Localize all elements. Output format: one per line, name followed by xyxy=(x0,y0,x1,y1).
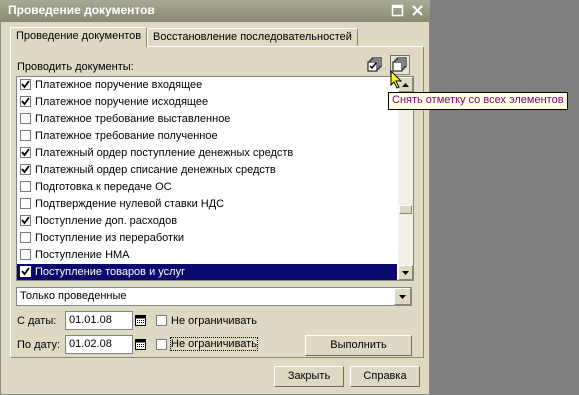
document-label: Подтверждение нулевой ставки НДС xyxy=(35,198,225,210)
tooltip: Снять отметку со всех элементов xyxy=(388,92,568,110)
documents-list-label: Проводить документы: xyxy=(17,61,134,73)
date-from-value: 01.01.08 xyxy=(69,314,112,326)
document-label: Поступление НМА xyxy=(35,249,130,261)
list-item[interactable]: Платежное поручение исходящее xyxy=(17,94,397,111)
calendar-icon xyxy=(135,315,146,326)
date-from-input[interactable]: 01.01.08 xyxy=(65,311,133,330)
list-item[interactable]: Платежный ордер поступление денежных сре… xyxy=(17,145,397,162)
close-button[interactable]: Закрыть xyxy=(274,366,344,387)
document-label: Поступление товаров и услуг xyxy=(35,266,186,278)
date-to-no-limit-checkbox[interactable] xyxy=(156,339,167,350)
help-button[interactable]: Справка xyxy=(350,366,420,387)
document-checkbox[interactable] xyxy=(20,215,31,226)
document-checkbox[interactable] xyxy=(20,164,31,175)
document-label: Платежное поручение исходящее xyxy=(35,96,209,108)
list-item[interactable]: Поступление из переработки xyxy=(17,230,397,247)
document-label: Поступление доп. расходов xyxy=(35,215,178,227)
document-label: Подготовка к передаче ОС xyxy=(35,181,172,193)
date-from-no-limit-label[interactable]: Не ограничивать xyxy=(171,315,257,327)
calendar-icon xyxy=(135,339,146,350)
date-from-no-limit-checkbox[interactable] xyxy=(156,315,167,326)
document-checkbox[interactable] xyxy=(20,198,31,209)
date-to-calendar-button[interactable] xyxy=(132,335,149,354)
checkmark-icon xyxy=(21,267,30,276)
document-checkbox[interactable] xyxy=(20,181,31,192)
document-checkbox[interactable] xyxy=(20,113,31,124)
checkmark-icon xyxy=(21,216,30,225)
close-icon xyxy=(412,5,423,16)
document-checkbox[interactable] xyxy=(20,79,31,90)
list-item[interactable]: Платежное поручение входящее xyxy=(17,77,397,94)
list-item[interactable]: Поступление НМА xyxy=(17,247,397,264)
document-label: Платежное поручение входящее xyxy=(35,79,203,91)
document-label: Поступление из переработки xyxy=(35,232,185,244)
list-item[interactable]: Платежный ордер списание денежных средст… xyxy=(17,162,397,179)
document-label: Платежный ордер поступление денежных сре… xyxy=(35,147,294,159)
tab-restore-sequences[interactable]: Восстановление последовательностей xyxy=(147,28,358,46)
date-to-label: По дату: xyxy=(17,339,61,351)
filter-select[interactable]: Только проведенные xyxy=(16,287,412,306)
scroll-down-button[interactable] xyxy=(398,265,413,280)
date-to-input[interactable]: 01.02.08 xyxy=(65,335,133,354)
documents-list[interactable]: Платежное поручение входящее Платежное по… xyxy=(16,76,414,281)
list-item[interactable]: Платежное требование полученное xyxy=(17,128,397,145)
document-checkbox[interactable] xyxy=(20,249,31,260)
date-from-label: С даты: xyxy=(17,315,57,327)
execute-button[interactable]: Выполнить xyxy=(305,335,412,356)
tab-posting[interactable]: Проведение документов xyxy=(10,27,148,47)
checkmark-icon xyxy=(21,80,30,89)
maximize-icon xyxy=(391,4,404,17)
list-item[interactable]: Платежное требование выставленное xyxy=(17,111,397,128)
chevron-down-icon xyxy=(402,270,409,275)
document-checkbox[interactable] xyxy=(20,266,31,277)
filter-dropdown-button[interactable] xyxy=(394,288,411,305)
date-to-value: 01.02.08 xyxy=(69,338,112,350)
checkmark-icon xyxy=(21,97,30,106)
scroll-thumb[interactable] xyxy=(399,205,412,214)
dialog-window: Проведение документов Проведение докумен… xyxy=(0,0,430,395)
list-item[interactable]: Подтверждение нулевой ставки НДС xyxy=(17,196,397,213)
document-checkbox[interactable] xyxy=(20,232,31,243)
list-item[interactable]: Подготовка к передаче ОС xyxy=(17,179,397,196)
filter-value: Только проведенные xyxy=(20,290,127,302)
list-item[interactable]: Поступление доп. расходов xyxy=(17,213,397,230)
check-all-icon xyxy=(367,57,382,72)
document-checkbox[interactable] xyxy=(20,96,31,107)
checkmark-icon xyxy=(21,165,30,174)
chevron-down-icon xyxy=(399,294,406,299)
list-item[interactable]: Поступление товаров и услуг xyxy=(17,264,397,280)
document-checkbox[interactable] xyxy=(20,130,31,141)
check-all-button[interactable] xyxy=(365,55,385,75)
checkmark-icon xyxy=(21,148,30,157)
document-label: Платежное требование полученное xyxy=(35,130,218,142)
maximize-button[interactable] xyxy=(390,3,405,18)
title-bar[interactable]: Проведение документов xyxy=(0,0,430,22)
date-from-calendar-button[interactable] xyxy=(132,311,149,330)
document-checkbox[interactable] xyxy=(20,147,31,158)
document-label: Платежный ордер списание денежных средст… xyxy=(35,164,276,176)
date-to-no-limit-label[interactable]: Не ограничивать xyxy=(170,337,258,351)
mouse-cursor-icon xyxy=(390,70,403,89)
document-label: Платежное требование выставленное xyxy=(35,113,231,125)
documents-rows: Платежное поручение входящее Платежное по… xyxy=(17,77,397,280)
window-title: Проведение документов xyxy=(8,3,155,17)
close-window-button[interactable] xyxy=(410,3,425,18)
